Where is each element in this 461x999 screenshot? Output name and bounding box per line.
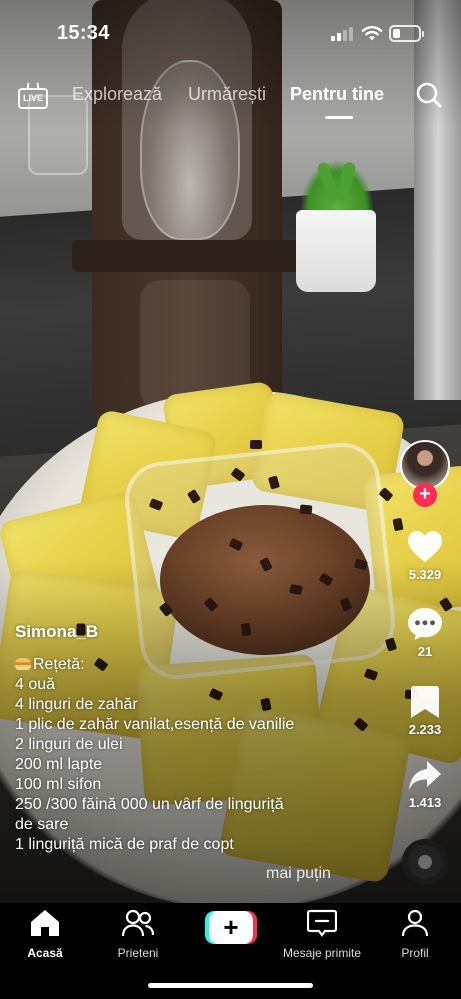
like-count: 5.329 bbox=[408, 567, 442, 582]
save-count: 2.233 bbox=[408, 722, 442, 737]
create-button[interactable]: + bbox=[205, 911, 257, 944]
home-indicator bbox=[148, 983, 313, 988]
tab-profile-label: Profil bbox=[401, 946, 429, 960]
caption-line: Rețetă: bbox=[15, 655, 395, 675]
friends-icon bbox=[121, 909, 155, 937]
heart-icon bbox=[408, 531, 442, 562]
battery-level bbox=[393, 29, 400, 38]
wifi-icon bbox=[361, 26, 383, 41]
tab-following[interactable]: Urmărești bbox=[188, 84, 266, 105]
tab-inbox-label: Mesaje primite bbox=[282, 946, 362, 960]
live-button[interactable]: LIVE bbox=[18, 82, 48, 110]
like-button[interactable]: 5.329 bbox=[395, 530, 455, 582]
active-tab-indicator bbox=[325, 116, 353, 119]
battery-icon bbox=[389, 25, 424, 42]
caption-line: 4 ouă bbox=[15, 676, 56, 693]
author-username[interactable]: Simona_B bbox=[15, 622, 98, 642]
save-button[interactable]: 2.233 bbox=[395, 685, 455, 737]
home-icon bbox=[31, 910, 59, 936]
inbox-icon bbox=[306, 909, 338, 937]
share-arrow-icon bbox=[409, 761, 441, 790]
pancakes-emoji-icon bbox=[15, 658, 31, 670]
caption-line: 4 linguri de zahăr bbox=[15, 696, 138, 713]
caption-line: 200 ml lapte bbox=[15, 756, 103, 773]
tab-friends-label: Prieteni bbox=[117, 946, 159, 960]
status-bar: 15:34 bbox=[0, 0, 461, 60]
comment-count: 21 bbox=[417, 644, 433, 659]
top-nav: LIVE Explorează Urmărești Pentru tine bbox=[0, 78, 461, 119]
see-less-link[interactable]: mai puțin bbox=[266, 865, 331, 883]
tab-for-you[interactable]: Pentru tine bbox=[290, 84, 385, 119]
status-time: 15:34 bbox=[57, 22, 110, 44]
tab-for-you-label: Pentru tine bbox=[290, 84, 385, 104]
caption-line: 2 linguri de ulei bbox=[15, 736, 123, 753]
follow-plus-icon[interactable]: + bbox=[413, 483, 437, 507]
search-icon[interactable] bbox=[415, 81, 443, 109]
cellular-signal-icon bbox=[331, 27, 353, 41]
share-count: 1.413 bbox=[408, 795, 442, 810]
sound-disc-icon[interactable] bbox=[402, 839, 448, 885]
caption-line: de sare bbox=[15, 816, 69, 833]
comment-button[interactable]: 21 bbox=[395, 607, 455, 659]
tab-inbox[interactable]: Mesaje primite bbox=[277, 909, 367, 960]
caption-line: 1 plic de zahăr vanilat,esență de vanili… bbox=[15, 716, 295, 733]
post-caption: Rețetă: 4 ouă 4 linguri de zahăr 1 plic … bbox=[15, 655, 395, 855]
live-icon: LIVE bbox=[18, 88, 48, 109]
tab-home-label: Acasă bbox=[27, 946, 63, 960]
profile-icon bbox=[401, 909, 429, 937]
tab-profile[interactable]: Profil bbox=[370, 909, 460, 960]
caption-line: 250 /300 făină 000 un vârf de linguriță bbox=[15, 796, 284, 813]
comment-icon bbox=[408, 608, 442, 640]
caption-line: 1 linguriță mică de praf de copt bbox=[15, 836, 234, 853]
tab-home[interactable]: Acasă bbox=[0, 909, 90, 960]
create-icon: + bbox=[209, 911, 253, 944]
tab-friends[interactable]: Prieteni bbox=[93, 909, 183, 960]
bookmark-icon bbox=[411, 686, 439, 718]
share-button[interactable]: 1.413 bbox=[395, 760, 455, 810]
tab-explore[interactable]: Explorează bbox=[72, 84, 162, 105]
caption-line: 100 ml sifon bbox=[15, 776, 102, 793]
tiktok-screen: 15:34 LIVE Explorează Urmărești Pentru t… bbox=[0, 0, 461, 999]
